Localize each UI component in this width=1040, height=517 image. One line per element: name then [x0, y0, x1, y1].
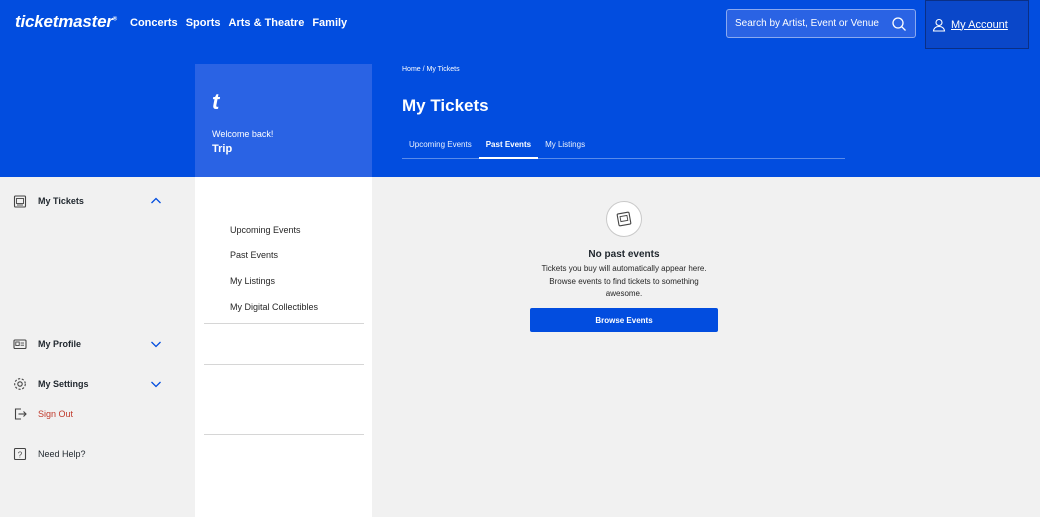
my-profile-toggle[interactable]: My Profile: [9, 334, 168, 354]
nav-sports[interactable]: Sports: [186, 17, 221, 29]
chevron-up-icon: [151, 197, 161, 204]
sidebar-item-upcoming-events[interactable]: Upcoming Events: [230, 225, 301, 235]
empty-state-description: Tickets you buy will automatically appea…: [541, 264, 707, 298]
my-tickets-toggle[interactable]: My Tickets: [9, 191, 168, 211]
empty-state-title: No past events: [588, 249, 660, 260]
chevron-down-icon: [151, 341, 161, 348]
gear-icon: [14, 378, 26, 390]
logo-text: ticketmaster: [15, 12, 113, 31]
sidebar-item-my-listings[interactable]: My Listings: [230, 276, 275, 286]
my-settings-toggle[interactable]: My Settings: [9, 374, 168, 394]
breadcrumb: Home / My Tickets: [402, 66, 460, 73]
page-title: My Tickets: [402, 96, 489, 115]
divider: [204, 364, 364, 365]
divider: [204, 434, 364, 435]
welcome-text: Welcome back!: [212, 129, 274, 139]
nav-family[interactable]: Family: [312, 17, 347, 29]
my-settings-label: My Settings: [38, 379, 89, 389]
ticket-tabs: Upcoming Events Past Events My Listings: [402, 136, 845, 159]
main-nav: Concerts Sports Arts & Theatre Family: [130, 17, 347, 29]
my-settings-section: My Settings: [9, 374, 168, 394]
need-help-label: Need Help?: [38, 449, 86, 459]
breadcrumb-current: My Tickets: [426, 66, 460, 73]
divider: [204, 323, 364, 324]
empty-state-icon-wrap: [606, 201, 642, 237]
help-row: ? Need Help?: [9, 444, 168, 464]
search-input[interactable]: [735, 18, 891, 29]
user-name: Trip: [212, 143, 233, 155]
user-icon: [932, 18, 946, 32]
sign-out-label: Sign Out: [38, 409, 74, 419]
need-help-link[interactable]: ? Need Help?: [9, 444, 168, 464]
my-tickets-section: My Tickets: [9, 191, 168, 211]
my-account-button[interactable]: My Account: [925, 0, 1029, 49]
ticket-icon: [13, 195, 27, 208]
search-icon[interactable]: [891, 16, 907, 32]
ticketmaster-logo[interactable]: ticketmaster®: [15, 12, 117, 32]
account-sidebar: t Welcome back! Trip: [195, 64, 372, 517]
sidebar-item-digital-collectibles[interactable]: My Digital Collectibles: [230, 302, 318, 312]
my-tickets-label: My Tickets: [38, 196, 84, 206]
sign-out-icon: [14, 408, 27, 420]
sidebar-item-past-events[interactable]: Past Events: [230, 250, 278, 260]
profile-initial: t: [212, 89, 220, 114]
tab-upcoming-events[interactable]: Upcoming Events: [402, 136, 479, 159]
sign-out-row: Sign Out: [9, 404, 168, 424]
nav-concerts[interactable]: Concerts: [130, 17, 178, 29]
id-card-icon: [13, 339, 27, 350]
svg-text:?: ?: [18, 450, 23, 459]
tab-past-events[interactable]: Past Events: [478, 136, 539, 159]
logo-trademark: ®: [112, 16, 117, 23]
my-account-label: My Account: [951, 18, 1008, 31]
search-box: [726, 9, 916, 38]
tab-my-listings[interactable]: My Listings: [538, 136, 592, 159]
my-profile-section: My Profile: [9, 334, 168, 354]
my-profile-label: My Profile: [38, 339, 82, 349]
empty-state: No past events Tickets you buy will auto…: [530, 201, 718, 301]
breadcrumb-home[interactable]: Home: [402, 66, 421, 73]
browse-events-button[interactable]: Browse Events: [530, 308, 718, 332]
ticket-icon: [616, 211, 632, 227]
nav-arts-theatre[interactable]: Arts & Theatre: [229, 17, 305, 29]
chevron-down-icon: [151, 381, 161, 388]
profile-card: t Welcome back! Trip: [195, 64, 372, 177]
sign-out-button[interactable]: Sign Out: [9, 404, 168, 424]
help-icon: ?: [13, 447, 27, 461]
